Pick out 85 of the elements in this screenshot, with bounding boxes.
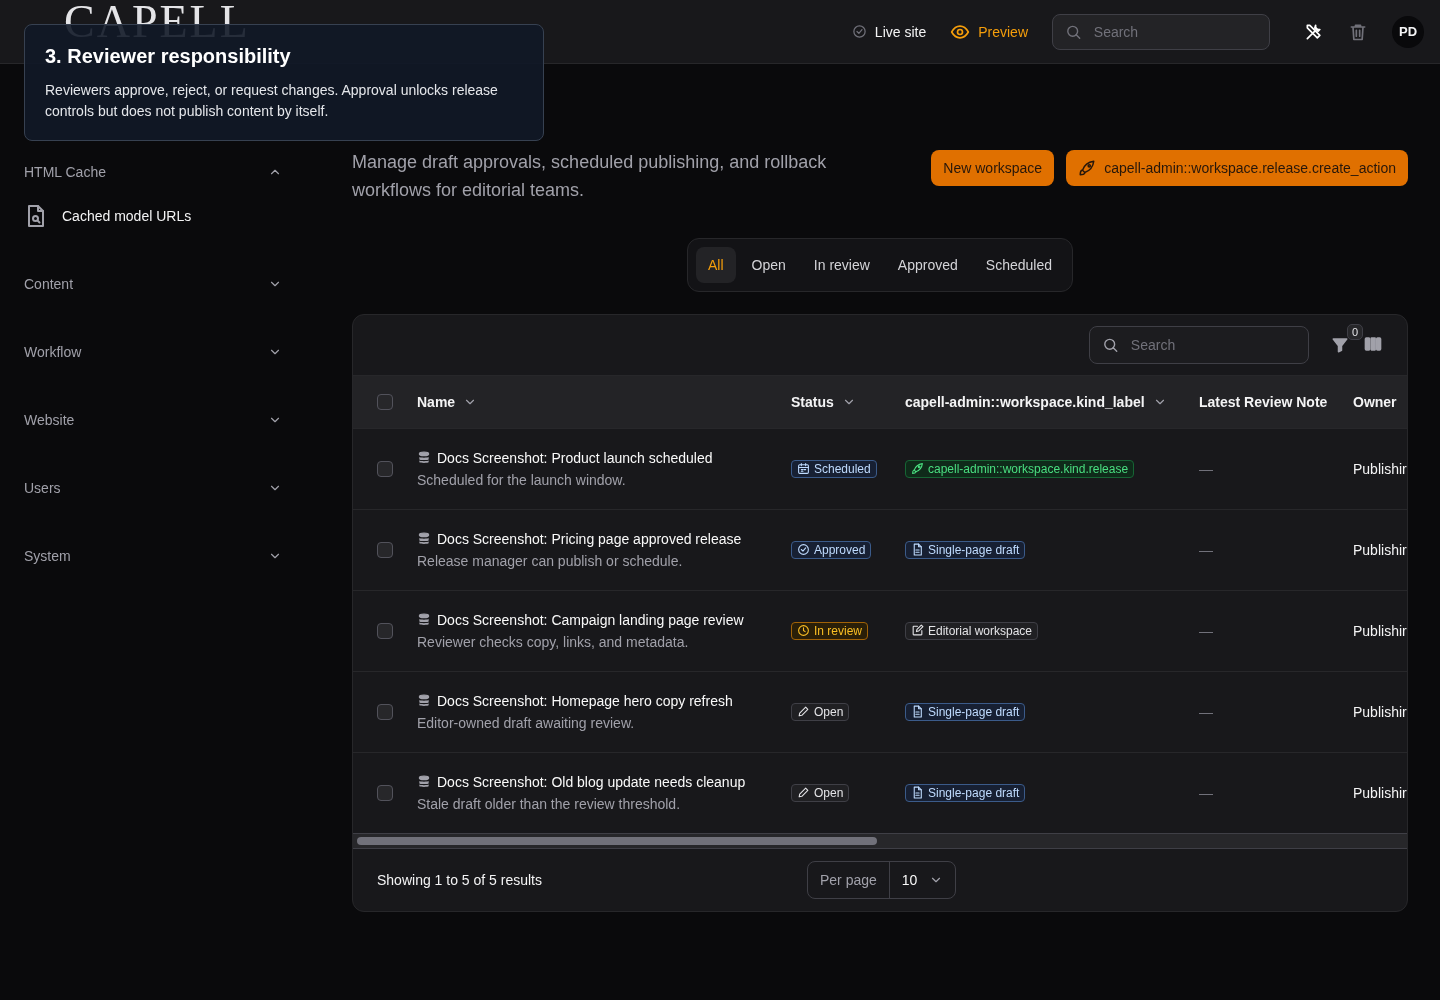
workspace-description: Editor-owned draft awaiting review. [417, 715, 636, 731]
workspace-description: Stale draft older than the review threshold. [417, 796, 682, 812]
per-page-select[interactable]: Per page 10 [807, 861, 957, 899]
filter-tab[interactable]: Scheduled [973, 247, 1064, 283]
filter-tab[interactable]: Approved [885, 247, 970, 283]
row-checkbox[interactable] [377, 704, 393, 720]
sidebar-group[interactable]: Website [24, 400, 282, 440]
document-icon [911, 786, 924, 800]
search-input[interactable]: Search [1128, 336, 1296, 354]
calendar-icon [797, 462, 810, 476]
status-badge: In review [791, 621, 869, 640]
pencil-icon [797, 705, 810, 719]
table-search-field[interactable]: Search [1089, 326, 1309, 364]
column-header[interactable]: Name [417, 394, 478, 410]
filter-count: 0 [1346, 324, 1363, 340]
action-button[interactable]: New workspace [931, 150, 1055, 186]
workspace-description: Release manager can publish or schedule. [417, 553, 684, 569]
rocket-icon [1078, 159, 1097, 177]
sidebar-group[interactable]: Users [24, 468, 282, 508]
table-cell: — [1199, 785, 1213, 801]
row-checkbox[interactable] [377, 461, 393, 477]
search-field[interactable]: Search [1052, 13, 1270, 50]
row-checkbox[interactable] [377, 542, 393, 558]
workspace-name[interactable]: Docs Screenshot: Pricing page approved release [437, 531, 742, 547]
sidebar-group[interactable]: Workflow [24, 332, 282, 372]
action-button[interactable]: capell-admin::workspace.release.create_action [1066, 150, 1408, 186]
tools-icon [1304, 21, 1324, 42]
tooltip-title: 3. Reviewer responsibility [45, 45, 292, 68]
workspace-description: Scheduled for the launch window. [417, 472, 627, 488]
database-icon [417, 613, 431, 627]
edit-icon [911, 624, 924, 638]
row-checkbox[interactable] [377, 785, 393, 801]
live-site-link[interactable]: Live site [851, 23, 927, 40]
filter-icon [1331, 336, 1349, 354]
database-icon [417, 451, 431, 465]
workspace-description: Reviewer checks copy, links, and metadata. [417, 634, 690, 650]
pencil-icon [797, 786, 810, 800]
workspace-name[interactable]: Docs Screenshot: Product launch scheduled [437, 450, 713, 466]
table-cell: Publishir [1353, 623, 1407, 639]
page-description: Manage draft approvals, scheduled publishing, and rollback workflows for editorial teams. [352, 151, 828, 202]
kind-badge: capell-admin::workspace.kind.release [905, 459, 1135, 478]
table-cell: Publishir [1353, 461, 1407, 477]
workspace-name[interactable]: Docs Screenshot: Old blog update needs cleanup [437, 774, 746, 790]
document-icon [911, 543, 924, 557]
tooltip-text: Reviewers approve, reject, or request changes. Approval unlocks release controls but does not publish content by itself. [45, 81, 499, 121]
sidebar-group[interactable]: Content [24, 264, 282, 304]
table-cell: — [1199, 704, 1213, 720]
kind-badge: Single-page draft [905, 702, 1026, 721]
preview-link[interactable]: Preview [950, 21, 1028, 42]
kind-badge: Single-page draft [905, 540, 1026, 559]
select-all-checkbox[interactable] [377, 394, 393, 410]
table-cell: Publishir [1353, 704, 1407, 720]
filter-tab[interactable]: Open [739, 247, 798, 283]
table-cell: Publishir [1353, 785, 1407, 801]
search-input[interactable]: Search [1091, 22, 1257, 41]
database-icon [417, 532, 431, 546]
workspace-name[interactable]: Docs Screenshot: Campaign landing page review [437, 612, 744, 628]
check-circle-icon [851, 24, 867, 39]
document-icon [911, 705, 924, 719]
rocket-icon [911, 462, 924, 476]
avatar[interactable]: PD [1392, 15, 1424, 48]
clock-icon [797, 624, 810, 638]
status-badge: Approved [791, 540, 872, 559]
workspace-name[interactable]: Docs Screenshot: Homepage hero copy refresh [437, 693, 733, 709]
kind-badge: Editorial workspace [905, 621, 1039, 640]
database-icon [417, 694, 431, 708]
filter-tab[interactable]: All [696, 247, 736, 283]
column-header[interactable]: Status [791, 394, 856, 410]
kind-badge: Single-page draft [905, 783, 1026, 802]
table-cell: — [1199, 542, 1213, 558]
sidebar-group[interactable]: HTML Cache [24, 152, 282, 192]
table-cell: Publishir [1353, 542, 1407, 558]
filter-tab[interactable]: In review [801, 247, 882, 283]
results-summary: Showing 1 to 5 of 5 results [377, 872, 542, 888]
status-badge: Open [791, 783, 850, 802]
check-circle-icon [797, 543, 810, 557]
sidebar-item[interactable]: Cached model URLs [62, 208, 192, 224]
scrollbar-thumb[interactable] [357, 837, 877, 845]
table-cell: — [1199, 461, 1213, 477]
status-badge: Scheduled [791, 459, 877, 478]
table-cell: — [1199, 623, 1213, 639]
row-checkbox[interactable] [377, 623, 393, 639]
sidebar-group[interactable]: System [24, 536, 282, 576]
status-badge: Open [791, 702, 850, 721]
database-icon [417, 775, 431, 789]
